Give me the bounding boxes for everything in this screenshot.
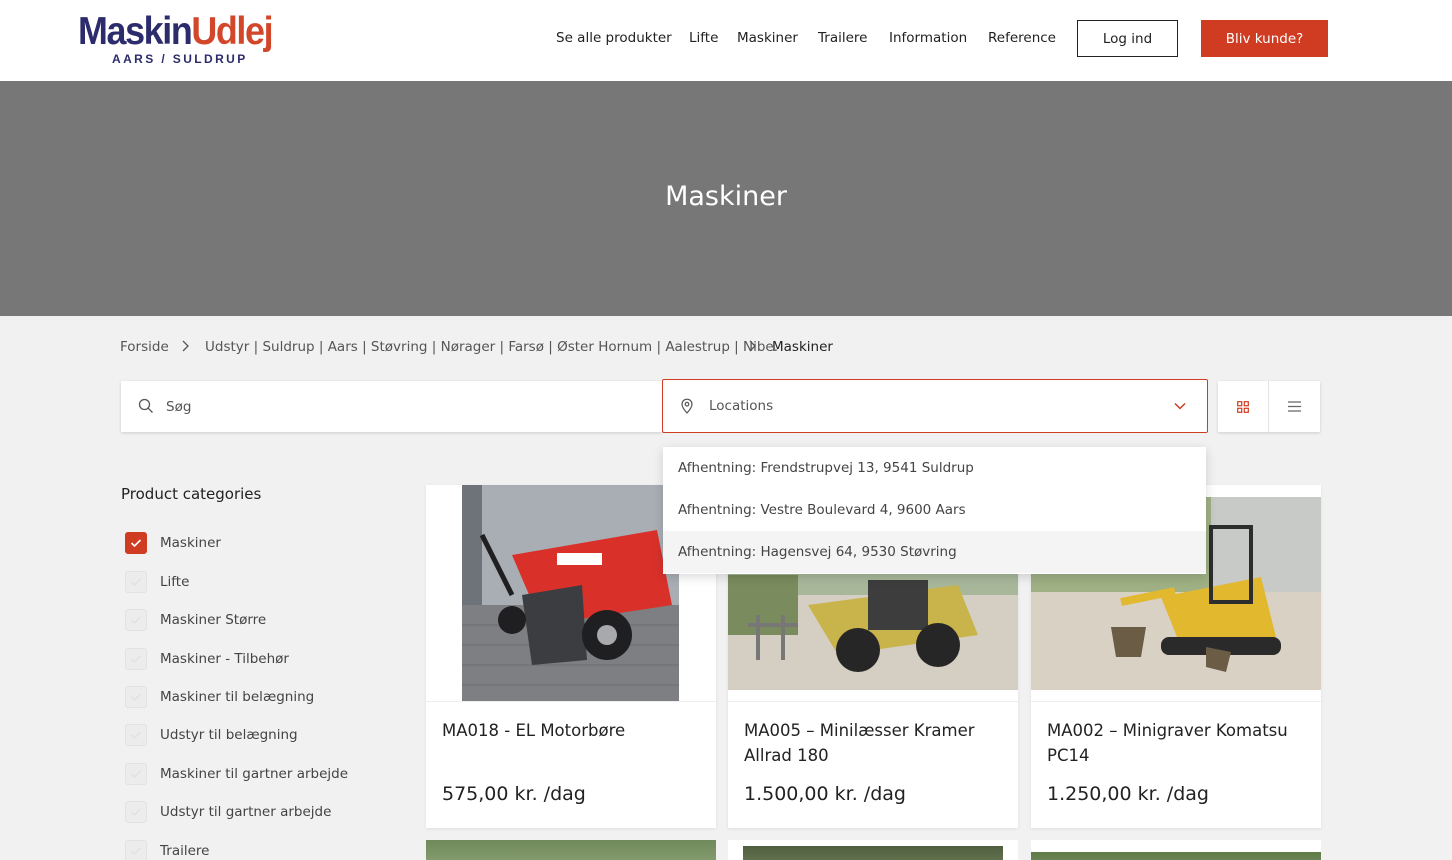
search-box (121, 381, 662, 432)
category-label: Maskiner - Tilbehør (160, 651, 289, 667)
check-icon (131, 731, 141, 739)
category-label: Maskiner (160, 535, 221, 551)
category-label: Maskiner til gartner arbejde (160, 766, 349, 782)
site-header: MaskinUdlej AARS / SULDRUP Se alle produ… (0, 0, 1452, 81)
grid-view-button[interactable] (1218, 381, 1269, 432)
nav-lifte[interactable]: Lifte (689, 30, 718, 46)
check-icon (131, 616, 141, 624)
breadcrumb-udstyr[interactable]: Udstyr | Suldrup | Aars | Støvring | Nør… (205, 339, 778, 355)
category-checkbox[interactable] (125, 763, 147, 785)
nav-reference[interactable]: Reference (988, 30, 1056, 46)
page-title: Maskiner (665, 181, 787, 212)
product-card-partial[interactable] (1031, 840, 1321, 860)
product-price: 1.500,00 kr. /dag (744, 783, 906, 805)
nav-maskiner[interactable]: Maskiner (737, 30, 798, 46)
product-title[interactable]: MA002 – Minigraver Komatsu PC14 (1047, 718, 1307, 768)
check-icon (130, 539, 142, 548)
list-icon (1288, 401, 1301, 412)
location-option[interactable]: Afhentning: Frendstrupvej 13, 9541 Suldr… (663, 447, 1206, 489)
search-input[interactable] (166, 394, 636, 420)
list-view-button[interactable] (1269, 381, 1320, 432)
check-icon (131, 770, 141, 778)
sidebar-title: Product categories (121, 485, 262, 503)
category-label: Maskiner Større (160, 612, 267, 628)
product-title[interactable]: MA005 – Minilæsser Kramer Allrad 180 (744, 718, 1004, 768)
category-label: Udstyr til gartner arbejde (160, 804, 332, 820)
location-select[interactable]: Locations (662, 379, 1208, 433)
login-button[interactable]: Log ind (1077, 20, 1178, 57)
chevron-down-icon (1174, 402, 1186, 410)
logo-subtitle: AARS / SULDRUP (112, 52, 248, 66)
category-label: Lifte (160, 574, 190, 590)
check-icon (131, 808, 141, 816)
product-card-partial[interactable] (728, 840, 1018, 860)
card-divider (728, 701, 1018, 702)
category-checkbox[interactable] (125, 801, 147, 823)
grid-icon (1237, 400, 1249, 413)
category-checkbox[interactable] (125, 532, 147, 554)
map-pin-icon (681, 398, 693, 414)
location-placeholder: Locations (709, 398, 774, 414)
logo[interactable]: MaskinUdlej AARS / SULDRUP (78, 12, 278, 68)
product-card-partial[interactable] (426, 840, 716, 860)
logo-wordmark: MaskinUdlej (78, 10, 274, 53)
signup-button[interactable]: Bliv kunde? (1201, 20, 1328, 57)
breadcrumb-home[interactable]: Forside (120, 339, 169, 355)
nav-trailere[interactable]: Trailere (818, 30, 867, 46)
product-image[interactable] (743, 846, 1003, 860)
location-option[interactable]: Afhentning: Vestre Boulevard 4, 9600 Aar… (663, 489, 1206, 531)
view-toggle (1218, 381, 1320, 432)
category-checkbox[interactable] (125, 724, 147, 746)
card-divider (426, 701, 716, 702)
check-icon (131, 655, 141, 663)
chevron-right-icon (748, 336, 758, 360)
hero-banner: Maskiner (0, 81, 1452, 316)
product-image[interactable] (462, 485, 679, 701)
breadcrumb-current: Maskiner (772, 339, 833, 355)
category-checkbox[interactable] (125, 686, 147, 708)
location-dropdown: Afhentning: Frendstrupvej 13, 9541 Suldr… (663, 447, 1206, 574)
chevron-right-icon (181, 336, 191, 360)
check-icon (131, 693, 141, 701)
category-label: Maskiner til belægning (160, 689, 315, 705)
product-title[interactable]: MA018 - EL Motorbøre (442, 718, 702, 743)
category-label: Udstyr til belægning (160, 727, 298, 743)
product-price: 575,00 kr. /dag (442, 783, 586, 805)
nav-information[interactable]: Information (889, 30, 967, 46)
product-price: 1.250,00 kr. /dag (1047, 783, 1209, 805)
nav-all-products[interactable]: Se alle produkter (556, 30, 672, 46)
category-checkbox[interactable] (125, 609, 147, 631)
category-label: Trailere (160, 843, 210, 859)
check-icon (131, 578, 141, 586)
search-icon (138, 398, 153, 413)
location-option[interactable]: Afhentning: Hagensvej 64, 9530 Støvring (663, 531, 1206, 573)
category-checkbox[interactable] (125, 840, 147, 860)
card-divider (1031, 701, 1321, 702)
category-checkbox[interactable] (125, 648, 147, 670)
category-checkbox[interactable] (125, 571, 147, 593)
product-image[interactable] (426, 840, 716, 860)
check-icon (131, 847, 141, 855)
product-image[interactable] (1031, 852, 1321, 860)
